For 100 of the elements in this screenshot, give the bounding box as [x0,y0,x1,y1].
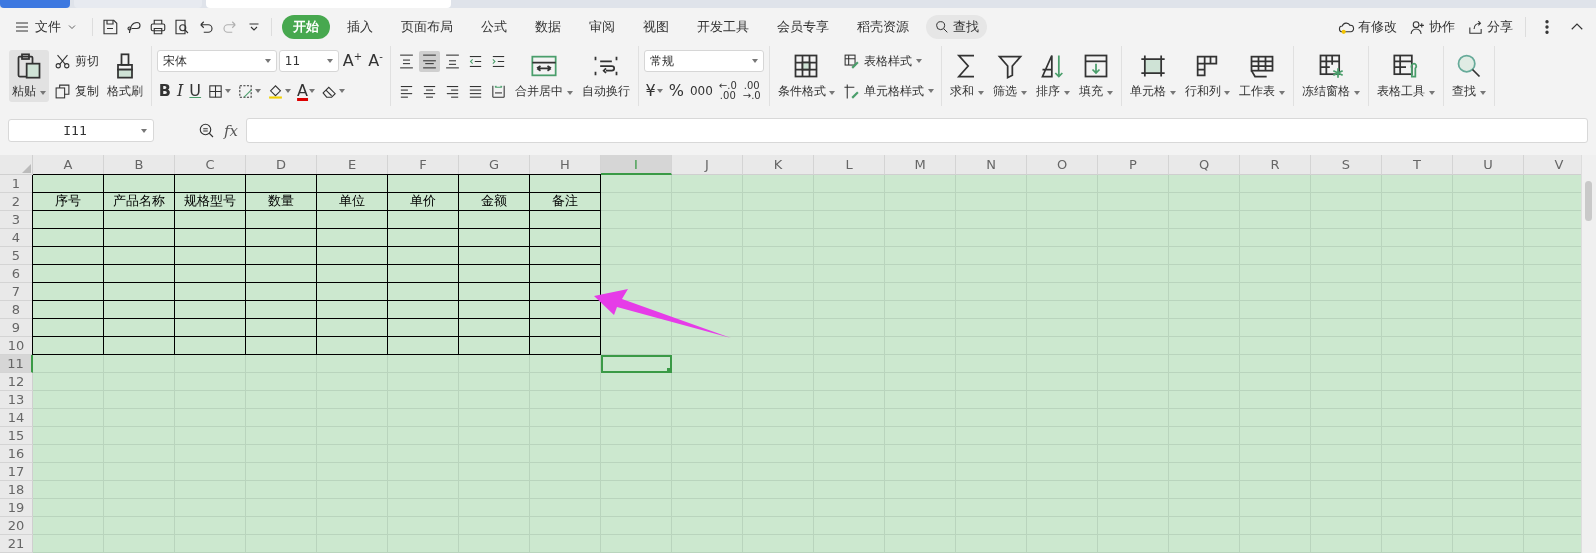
row-header[interactable]: 8 [0,301,33,319]
ribbon-tab[interactable]: 视图 [632,15,680,39]
ribbon-button[interactable]: 剪切 [51,50,101,72]
column-header[interactable]: L [814,155,885,175]
row-header[interactable]: 5 [0,247,33,265]
toolbar-button[interactable]: .00 →.0 [740,80,763,102]
column-header[interactable]: O [1027,155,1098,175]
row-header[interactable]: 12 [0,373,33,391]
column-header[interactable]: B [104,155,175,175]
ribbon-button[interactable]: 单元格样式 [841,80,937,102]
save-icon[interactable] [101,18,119,36]
toolbar-button[interactable]: A [295,80,318,102]
column-header[interactable]: E [317,155,388,175]
toolbar-button[interactable]: % [666,80,686,102]
toolbar-button[interactable]: B [156,80,174,102]
function-button[interactable]: fx [224,121,238,140]
row-header[interactable]: 19 [0,499,33,517]
ribbon-tab[interactable]: 插入 [336,15,384,39]
column-header[interactable]: N [956,155,1027,175]
file-menu[interactable]: 文件 [10,15,82,39]
ribbon-button[interactable]: 填充 [1075,50,1116,102]
ribbon-button[interactable]: 排序 [1033,50,1073,102]
print-icon[interactable] [149,18,167,36]
ribbon-button[interactable]: 查找 [1448,50,1489,102]
toolbar-button[interactable] [418,50,440,72]
row-header[interactable]: 20 [0,517,33,535]
zoom-icon[interactable] [198,121,216,140]
table-cell: 备注 [530,193,601,211]
column-header[interactable]: P [1098,155,1169,175]
changes-button[interactable]: 有修改 [1338,18,1397,36]
column-header[interactable]: D [246,155,317,175]
column-header[interactable]: H [530,155,601,175]
column-header[interactable]: J [672,155,743,175]
formula-field[interactable] [246,118,1588,143]
ribbon-button[interactable]: 表格样式 [841,50,925,72]
column-header[interactable]: R [1240,155,1311,175]
column-header[interactable]: T [1382,155,1453,175]
dropdown-field[interactable]: 11 [278,50,339,72]
collaborate-button[interactable]: 协作 [1409,18,1455,36]
row-header[interactable]: 11 [0,355,33,373]
row-header[interactable]: 13 [0,391,33,409]
row-header[interactable]: 6 [0,265,33,283]
column-header[interactable]: G [459,155,530,175]
ribbon-tab[interactable]: 稻壳资源 [846,15,920,39]
column-header[interactable]: K [743,155,814,175]
toolbar-button[interactable]: A$^{+}$ [340,50,365,72]
toolbar-button[interactable]: I [175,80,186,102]
ribbon-button[interactable]: 格式刷 [103,50,146,102]
dropdown-field[interactable]: 宋体 [156,50,277,72]
column-header[interactable]: C [175,155,246,175]
column-header[interactable]: F [388,155,459,175]
toolbar-button[interactable]: ←.0 .00 [716,80,739,102]
ribbon-button[interactable]: 合并居中 [511,50,576,102]
ribbon-button[interactable]: 冻结窗格 [1299,50,1363,102]
ribbon-button[interactable]: 复制 [51,80,101,102]
column-header[interactable]: Q [1169,155,1240,175]
row-header[interactable]: 16 [0,445,33,463]
toolbar-button[interactable]: ¥ [643,80,665,102]
search-button[interactable]: 查找 [926,15,987,39]
ribbon-button[interactable]: 单元格 [1126,50,1179,102]
row-header[interactable]: 18 [0,481,33,499]
ribbon-tab[interactable]: 会员专享 [766,15,840,39]
column-header[interactable]: A [33,155,104,175]
ribbon-button[interactable]: 筛选 [990,50,1031,102]
active-cell[interactable] [601,355,672,373]
ribbon-button[interactable]: 行和列 [1181,50,1234,102]
column-header[interactable]: M [885,155,956,175]
ribbon-button[interactable]: 条件格式 [774,50,839,102]
ribbon-tab[interactable]: 开发工具 [686,15,760,39]
ribbon-button[interactable]: 粘贴 [9,50,49,102]
row-header[interactable]: 2 [0,193,33,211]
row-header[interactable]: 15 [0,427,33,445]
ribbon-button[interactable]: 自动换行 [578,50,633,102]
row-header[interactable]: 1 [0,175,33,193]
row-header[interactable]: 17 [0,463,33,481]
column-header[interactable]: U [1453,155,1524,175]
row-header[interactable]: 9 [0,319,33,337]
toolbar-button[interactable]: 000 [687,80,715,102]
ribbon-tab[interactable]: 审阅 [578,15,626,39]
ribbon-tab[interactable]: 数据 [524,15,572,39]
row-header[interactable]: 10 [0,337,33,355]
share-button[interactable]: 分享 [1467,18,1513,36]
toolbar-button[interactable]: U [187,80,204,102]
row-header[interactable]: 14 [0,409,33,427]
ribbon-button[interactable]: 求和 [947,50,988,102]
row-header[interactable]: 21 [0,535,33,553]
ribbon-button[interactable]: 工作表 [1236,50,1289,102]
preview-icon[interactable] [173,18,191,36]
name-box[interactable]: I11 [8,119,154,142]
ribbon-button[interactable]: 表格工具 [1374,50,1438,102]
row-header[interactable]: 3 [0,211,33,229]
ribbon-tab[interactable]: 页面布局 [390,15,464,39]
column-header[interactable]: S [1311,155,1382,175]
dropdown-field[interactable]: 常规 [643,50,764,72]
ribbon-tab[interactable]: 公式 [470,15,518,39]
row-header[interactable]: 4 [0,229,33,247]
copy-icon [53,82,71,100]
toolbar-button[interactable]: A$^{-}$ [366,50,385,72]
column-header[interactable]: V [1524,155,1581,175]
row-header[interactable]: 7 [0,283,33,301]
